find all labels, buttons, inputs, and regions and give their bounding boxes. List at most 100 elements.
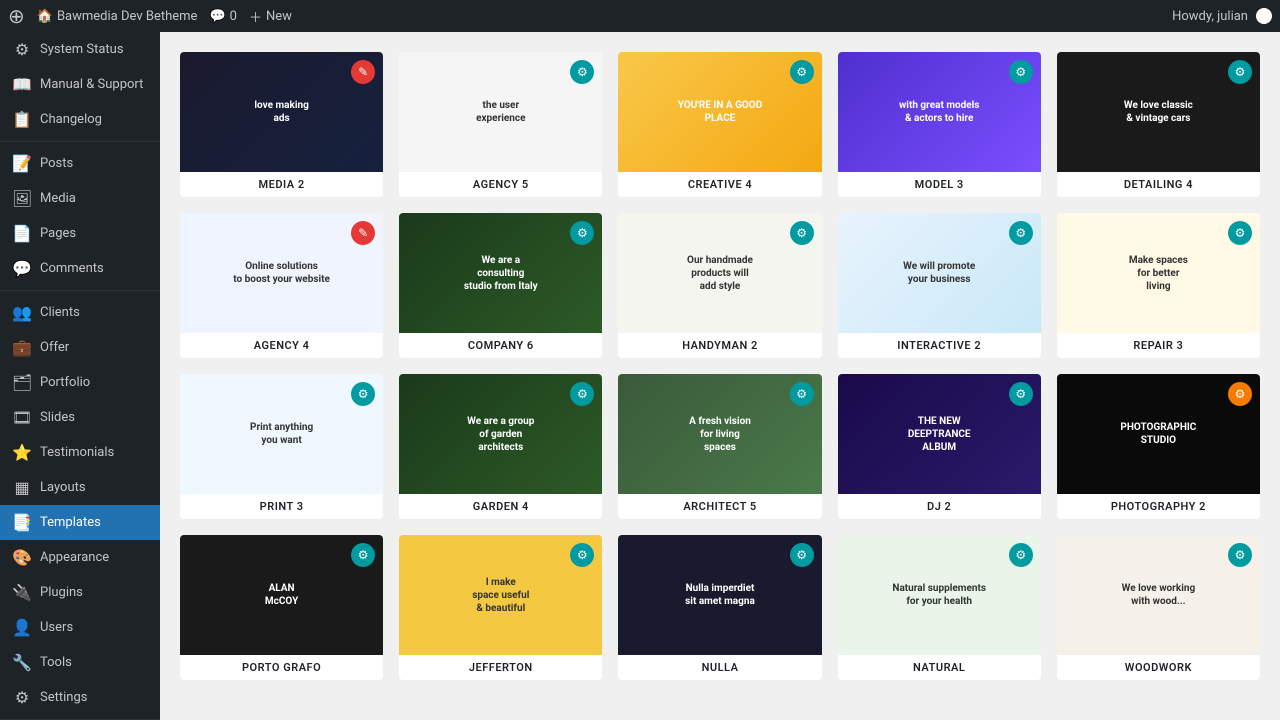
template-card-company6[interactable]: ⚙ We are aconsultingstudio from Italy CO… [399,213,602,358]
sidebar-item-appearance[interactable]: 🎨 Appearance [0,540,160,575]
template-card-dj2[interactable]: ⚙ THE NEWDEEPTRANCEALBUM DJ 2 [838,374,1041,519]
thumb-text-garden4: We are a groupof gardenarchitects [463,411,538,458]
template-thumb-architect5: ⚙ A fresh visionfor livingspaces [618,374,821,494]
thumb-text-company6: We are aconsultingstudio from Italy [460,250,542,297]
sidebar-item-tools[interactable]: 🔧 Tools [0,645,160,680]
template-badge-company6: ⚙ [570,221,594,245]
thumb-text-model3: with great models& actors to hire [895,95,983,129]
sidebar-item-media[interactable]: 🖼 Media [0,181,160,216]
thumb-text-detailing4: We love classic& vintage cars [1120,95,1197,129]
sidebar-item-manual-support[interactable]: 📖 Manual & Support [0,67,160,102]
sidebar-item-clients[interactable]: 👥 Clients [0,295,160,330]
template-thumb-interactive2: ⚙ We will promoteyour business [838,213,1041,333]
testimonials-icon: ⭐ [12,443,32,462]
template-card-interactive2[interactable]: ⚙ We will promoteyour business INTERACTI… [838,213,1041,358]
sidebar-label-changelog: Changelog [40,112,102,127]
sidebar-item-system-status[interactable]: ⚙ System Status [0,32,160,67]
template-thumb-agency5: ⚙ the userexperience [399,52,602,172]
template-card-repair3[interactable]: ⚙ Make spacesfor betterliving REPAIR 3 [1057,213,1260,358]
template-card-bottom5[interactable]: ⚙ We love workingwith wood... WOODWORK [1057,535,1260,680]
main-content: ✎ love makingads MEDIA 2 ⚙ the userexper… [160,32,1280,720]
posts-icon: 📝 [12,154,32,173]
sidebar-label-slides: Slides [40,410,75,425]
sidebar-label-plugins: Plugins [40,585,83,600]
adminbar-site-link[interactable]: 🏠 Bawmedia Dev Betheme [37,9,198,24]
template-card-handyman2[interactable]: ⚙ Our handmadeproducts willadd style HAN… [618,213,821,358]
adminbar-comments-link[interactable]: 💬 0 [209,9,237,24]
sidebar-label-posts: Posts [40,156,73,171]
tools-icon: 🔧 [12,653,32,672]
sidebar-item-pages[interactable]: 📄 Pages [0,216,160,251]
sidebar-item-plugins[interactable]: 🔌 Plugins [0,575,160,610]
pages-icon: 📄 [12,224,32,243]
template-card-model3[interactable]: ⚙ with great models& actors to hire MODE… [838,52,1041,197]
sidebar-item-settings[interactable]: ⚙ Settings [0,680,160,715]
template-thumb-dj2: ⚙ THE NEWDEEPTRANCEALBUM [838,374,1041,494]
sidebar-item-templates[interactable]: 📑 Templates [0,505,160,540]
thumb-text-bottom2: I makespace useful& beautiful [468,572,533,619]
sidebar-item-testimonials[interactable]: ⭐ Testimonials [0,435,160,470]
adminbar-new-button[interactable]: ＋ New [249,7,292,26]
sidebar-label-appearance: Appearance [40,550,109,565]
thumb-text-print3: Print anythingyou want [246,417,317,451]
thumb-text-repair3: Make spacesfor betterliving [1125,250,1192,297]
sidebar-item-comments[interactable]: 💬 Comments [0,251,160,286]
clients-icon: 👥 [12,303,32,322]
thumb-text-interactive2: We will promoteyour business [899,256,979,290]
template-thumb-agency4: ✎ Online solutionsto boost your website [180,213,383,333]
template-card-photography2[interactable]: ⚙ PHOTOGRAPHICSTUDIO PHOTOGRAPHY 2 [1057,374,1260,519]
comments-count: 0 [230,9,237,24]
admin-bar: ⊕ 🏠 Bawmedia Dev Betheme 💬 0 ＋ New Howdy… [0,0,1280,32]
thumb-text-bottom1: ALANMcCOY [261,578,302,612]
template-card-bottom3[interactable]: ⚙ Nulla imperdietsit amet magna NULLA [618,535,821,680]
template-badge-handyman2: ⚙ [790,221,814,245]
templates-grid: ✎ love makingads MEDIA 2 ⚙ the userexper… [180,52,1260,680]
template-badge-agency4: ✎ [351,221,375,245]
template-card-architect5[interactable]: ⚙ A fresh visionfor livingspaces ARCHITE… [618,374,821,519]
thumb-text-bottom5: We love workingwith wood... [1118,578,1200,612]
template-card-print3[interactable]: ⚙ Print anythingyou want PRINT 3 [180,374,383,519]
thumb-text-media2: love makingads [250,95,312,129]
template-card-bottom1[interactable]: ⚙ ALANMcCOY PORTO GRAFO [180,535,383,680]
template-badge-detailing4: ⚙ [1228,60,1252,84]
template-name-architect5: ARCHITECT 5 [618,494,821,519]
template-thumb-handyman2: ⚙ Our handmadeproducts willadd style [618,213,821,333]
template-name-agency5: AGENCY 5 [399,172,602,197]
template-name-print3: PRINT 3 [180,494,383,519]
sidebar-item-users[interactable]: 👤 Users [0,610,160,645]
template-card-detailing4[interactable]: ⚙ We love classic& vintage cars DETAILIN… [1057,52,1260,197]
sidebar-label-comments: Comments [40,261,104,276]
sidebar-item-changelog[interactable]: 📋 Changelog [0,102,160,137]
template-name-garden4: GARDEN 4 [399,494,602,519]
template-card-bottom4[interactable]: ⚙ Natural supplementsfor your health NAT… [838,535,1041,680]
wp-logo-icon[interactable]: ⊕ [8,4,25,28]
template-card-agency5[interactable]: ⚙ the userexperience AGENCY 5 [399,52,602,197]
sidebar-item-slides[interactable]: 🎞 Slides [0,400,160,435]
thumb-text-bottom4: Natural supplementsfor your health [888,578,990,612]
offer-icon: 💼 [12,338,32,357]
sidebar-label-templates: Templates [40,515,101,530]
template-badge-media2: ✎ [351,60,375,84]
template-card-bottom2[interactable]: ⚙ I makespace useful& beautiful JEFFERTO… [399,535,602,680]
sidebar-item-offer[interactable]: 💼 Offer [0,330,160,365]
template-card-garden4[interactable]: ⚙ We are a groupof gardenarchitects GARD… [399,374,602,519]
template-card-agency4[interactable]: ✎ Online solutionsto boost your website … [180,213,383,358]
template-name-media2: MEDIA 2 [180,172,383,197]
template-name-interactive2: INTERACTIVE 2 [838,333,1041,358]
template-thumb-media2: ✎ love makingads [180,52,383,172]
new-label: New [266,9,292,24]
template-card-creative4[interactable]: ⚙ YOU'RE IN A GOODPLACE CREATIVE 4 [618,52,821,197]
sidebar-item-posts[interactable]: 📝 Posts [0,146,160,181]
template-name-detailing4: DETAILING 4 [1057,172,1260,197]
template-card-media2[interactable]: ✎ love makingads MEDIA 2 [180,52,383,197]
template-name-photography2: PHOTOGRAPHY 2 [1057,494,1260,519]
template-badge-repair3: ⚙ [1228,221,1252,245]
template-name-dj2: DJ 2 [838,494,1041,519]
template-name-model3: MODEL 3 [838,172,1041,197]
sidebar-item-layouts[interactable]: ▦ Layouts [0,470,160,505]
user-avatar[interactable] [1256,8,1272,24]
template-name-handyman2: HANDYMAN 2 [618,333,821,358]
sidebar-item-portfolio[interactable]: 🗂 Portfolio [0,365,160,400]
comments-icon: 💬 [12,259,32,278]
sidebar-label-clients: Clients [40,305,80,320]
